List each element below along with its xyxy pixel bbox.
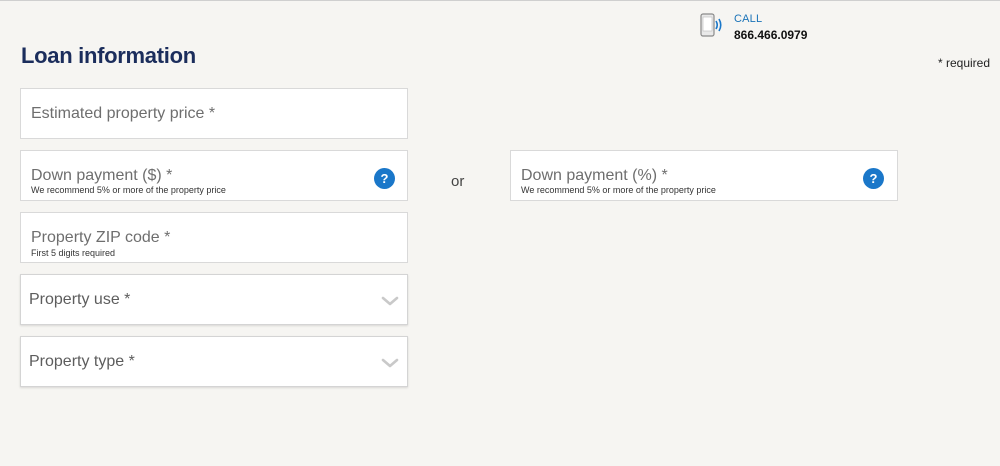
- property-use-label: Property use *: [29, 291, 131, 308]
- property-use-select[interactable]: Property use *: [20, 274, 408, 325]
- zip-code-hint: First 5 digits required: [31, 248, 116, 258]
- property-price-label: Estimated property price *: [31, 105, 216, 122]
- call-contact[interactable]: CALL 866.466.0979: [700, 10, 830, 44]
- down-payment-dollars-label: Down payment ($) *: [31, 167, 173, 184]
- property-price-input[interactable]: Estimated property price *: [20, 88, 408, 139]
- property-type-label: Property type *: [29, 353, 135, 370]
- phone-wireless-icon: [700, 13, 722, 37]
- phone-number[interactable]: 866.466.0979: [734, 28, 807, 42]
- down-payment-dollars-hint: We recommend 5% or more of the property …: [31, 185, 226, 195]
- question-circle-icon[interactable]: ?: [374, 168, 395, 189]
- call-label: CALL: [734, 13, 763, 25]
- question-circle-icon[interactable]: ?: [863, 168, 884, 189]
- required-note: * required: [937, 56, 990, 70]
- or-separator: or: [451, 173, 465, 190]
- zip-code-input[interactable]: Property ZIP code * First 5 digits requi…: [20, 212, 408, 263]
- down-payment-percent-hint: We recommend 5% or more of the property …: [521, 185, 716, 195]
- chevron-down-icon: [381, 358, 399, 368]
- down-payment-percent-input[interactable]: Down payment (%) * We recommend 5% or mo…: [510, 150, 898, 201]
- page-title: Loan information: [21, 43, 196, 68]
- down-payment-dollars-input[interactable]: Down payment ($) * We recommend 5% or mo…: [20, 150, 408, 201]
- chevron-down-icon: [381, 296, 399, 306]
- property-type-select[interactable]: Property type *: [20, 336, 408, 387]
- down-payment-percent-label: Down payment (%) *: [521, 167, 668, 184]
- zip-code-label: Property ZIP code *: [31, 229, 171, 246]
